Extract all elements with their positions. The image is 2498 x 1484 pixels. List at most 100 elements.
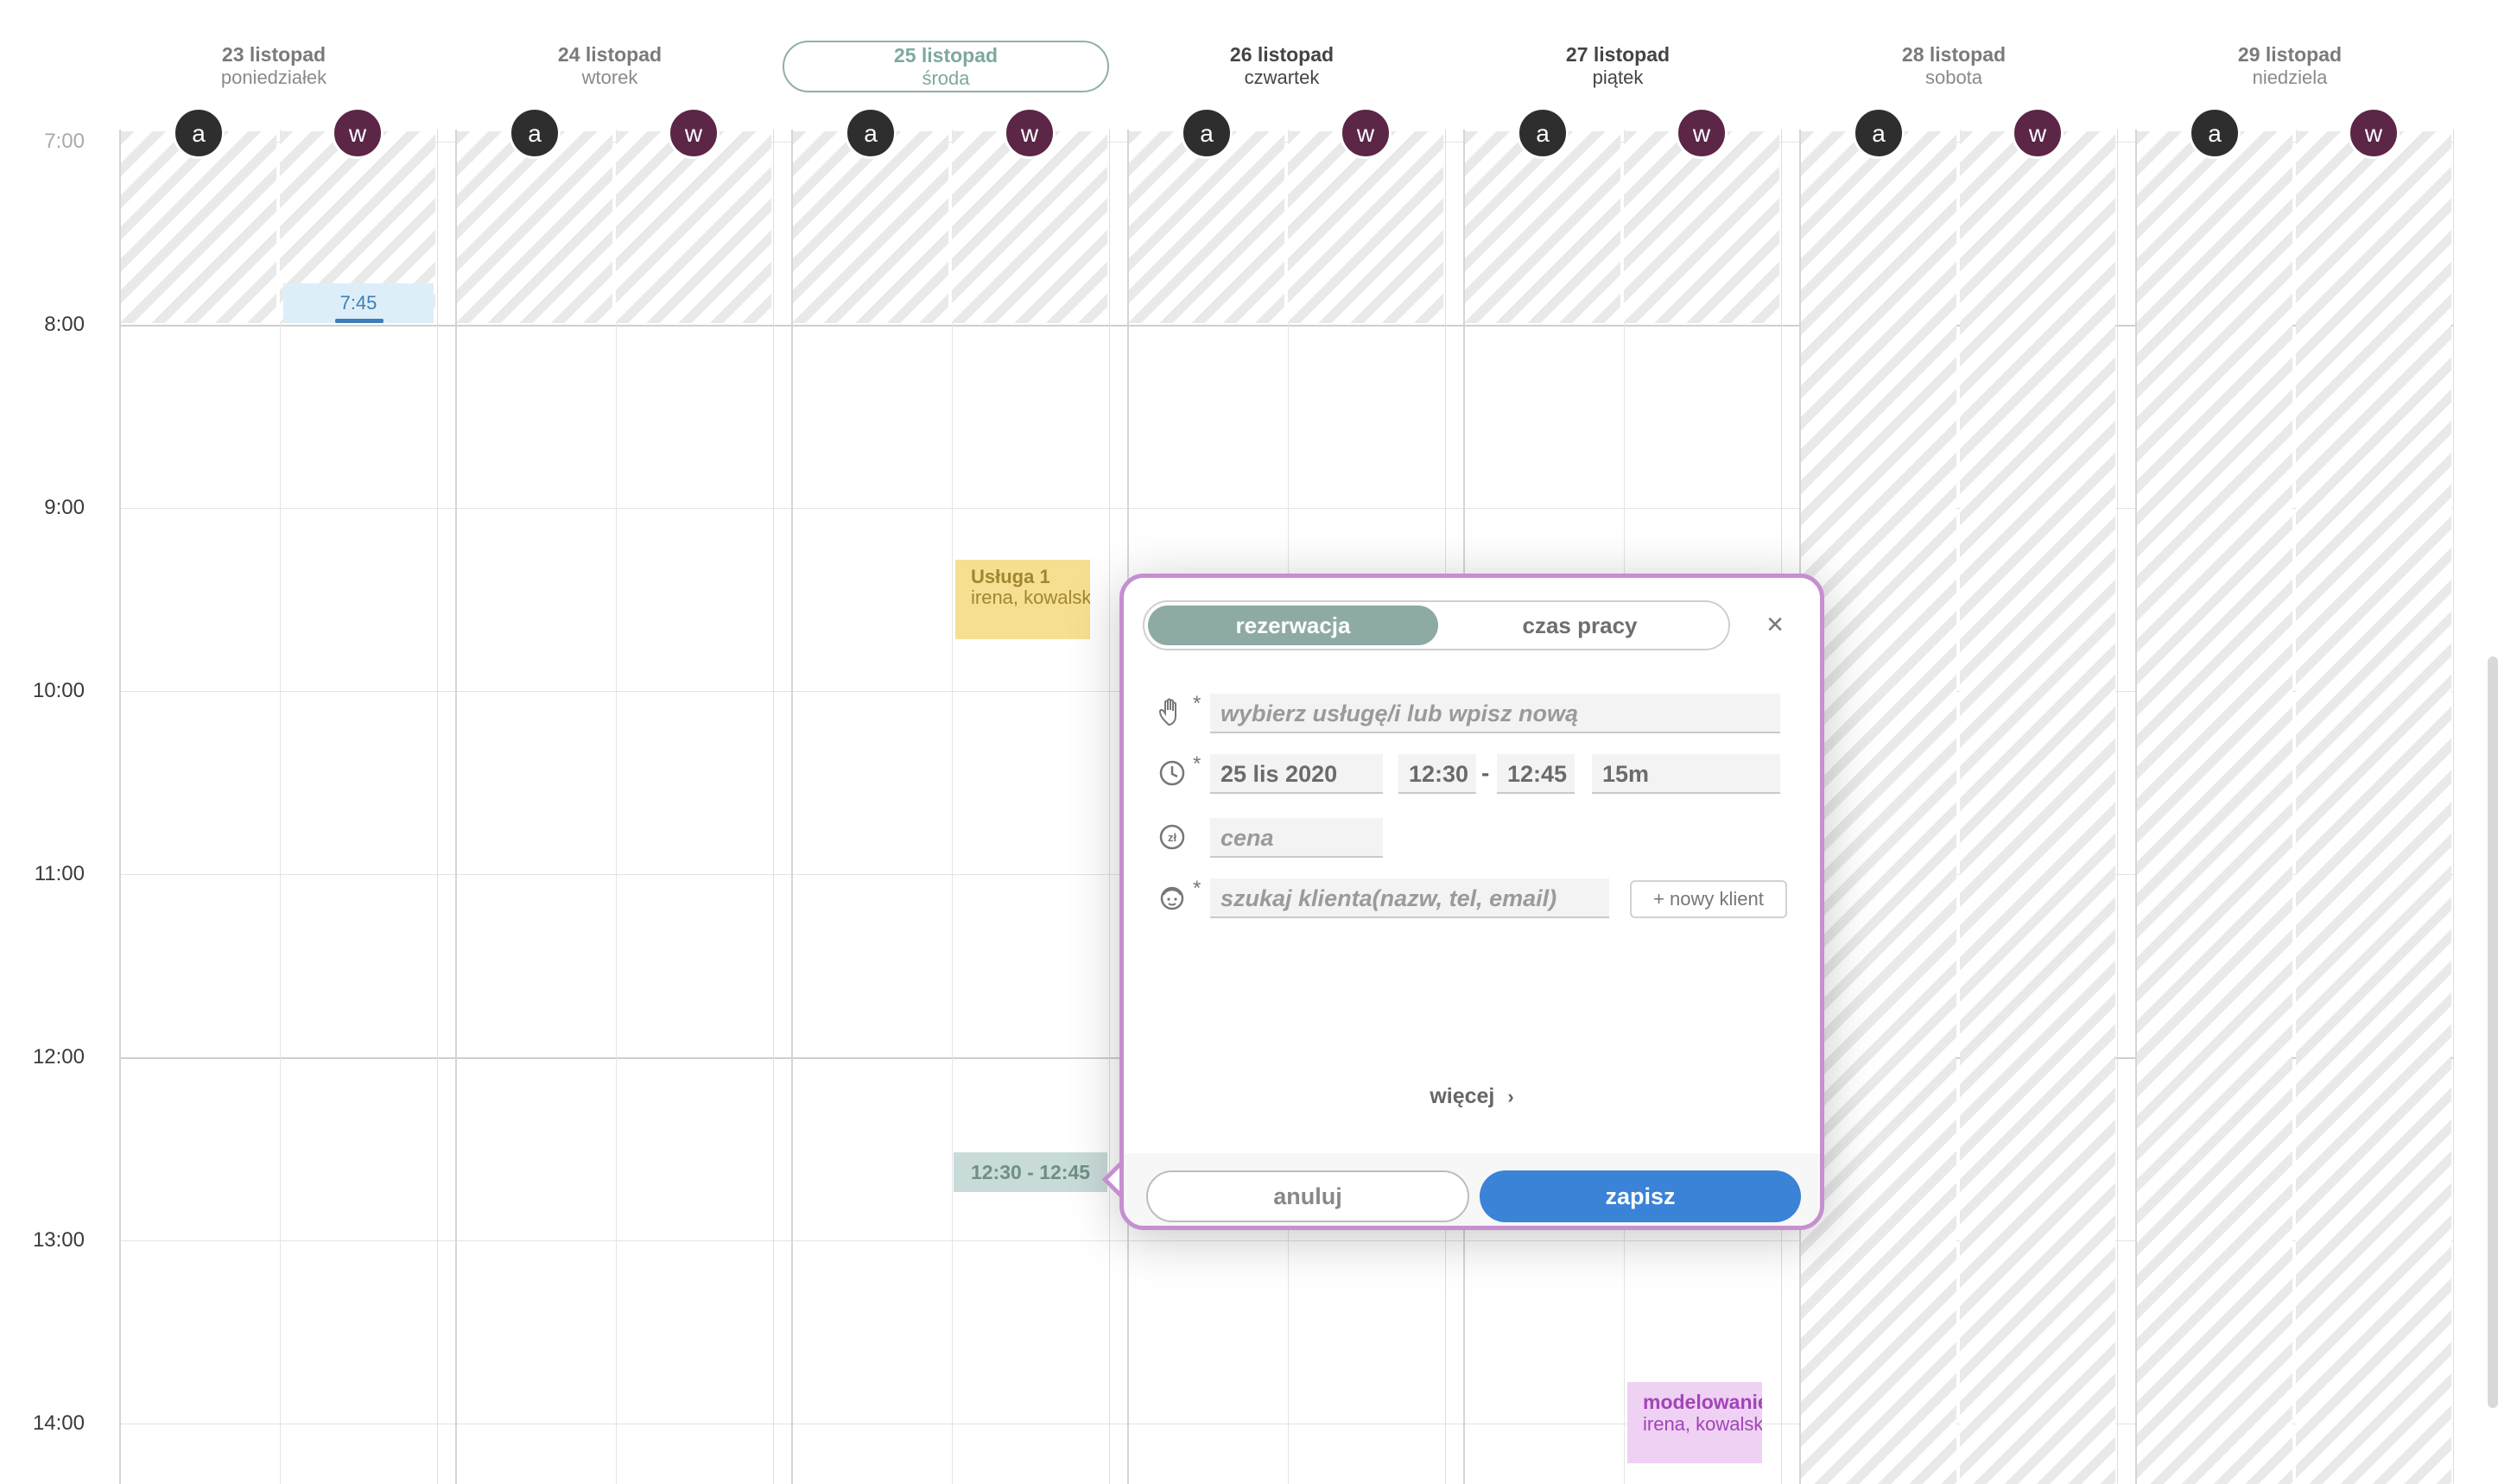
currency-icon: zł: [1159, 824, 1185, 850]
service-input[interactable]: wybierz usługę/i lub wpisz nową: [1210, 694, 1780, 733]
time-label: 10:00: [32, 679, 85, 702]
booking-title: Usługa 1: [971, 566, 1050, 587]
day-date: 24 listopad: [557, 43, 663, 66]
new-booking-slot[interactable]: 12:30 - 12:45: [954, 1152, 1107, 1192]
day-weekday: niedziela: [2252, 67, 2328, 88]
day-header[interactable]: 25 listopad środa: [783, 41, 1109, 92]
unavailable-zone: [457, 131, 612, 323]
booking-client: irena, kowalska: [971, 587, 1090, 608]
day-date: 25 listopad: [893, 44, 999, 67]
time-label: 13:00: [32, 1228, 85, 1252]
save-button[interactable]: zapisz: [1480, 1170, 1801, 1222]
day-header[interactable]: 26 listopad czwartek: [1119, 38, 1445, 97]
time-label: 9:00: [44, 496, 85, 519]
staff-avatar[interactable]: w: [668, 107, 720, 159]
tab-work-time[interactable]: czas pracy: [1435, 606, 1725, 645]
day-header[interactable]: 23 listopad poniedziałek: [111, 38, 437, 97]
day-weekday: poniedziałek: [220, 67, 327, 88]
day-header[interactable]: 27 listopad piątek: [1455, 38, 1781, 97]
day-date: 26 listopad: [1229, 43, 1335, 66]
day-weekday: czwartek: [1244, 67, 1320, 88]
staff-avatar[interactable]: a: [845, 107, 897, 159]
staff-avatar[interactable]: a: [1517, 107, 1569, 159]
client-search-input[interactable]: szukaj klienta(nazw, tel, email): [1210, 878, 1609, 918]
staff-avatar[interactable]: w: [2012, 107, 2064, 159]
time-label: 7:00: [44, 130, 85, 153]
time-label: 12:00: [32, 1045, 85, 1069]
staff-avatar[interactable]: w: [332, 107, 384, 159]
unavailable-zone: [2296, 131, 2451, 1484]
staff-avatar[interactable]: a: [2189, 107, 2241, 159]
vertical-scrollbar[interactable]: [2488, 656, 2498, 1408]
popup-tabs: rezerwacja czas pracy: [1143, 600, 1730, 650]
close-icon[interactable]: ×: [1759, 609, 1791, 640]
unavailable-zone: [616, 131, 771, 323]
price-input[interactable]: cena: [1210, 818, 1383, 858]
booking-modelowanie[interactable]: modelowanie irena, kowalska: [1627, 1382, 1762, 1463]
slot-time: 12:30 - 12:45: [970, 1161, 1091, 1183]
unavailable-zone: [1465, 131, 1620, 323]
time-label: 8:00: [44, 313, 85, 336]
day-date: 28 listopad: [1901, 43, 2007, 66]
booking-time: 7:45: [339, 292, 377, 314]
staff-avatar[interactable]: w: [2348, 107, 2400, 159]
unavailable-zone: [1288, 131, 1443, 323]
time-separator: -: [1481, 759, 1490, 786]
unavailable-zone: [1801, 131, 1956, 1484]
unavailable-zone: [793, 131, 948, 323]
unavailable-zone: [952, 131, 1107, 323]
staff-column[interactable]: [119, 130, 281, 1484]
staff-avatar[interactable]: a: [509, 107, 561, 159]
booking-title: modelowanie: [1643, 1391, 1762, 1413]
date-field[interactable]: 25 lis 2020: [1210, 754, 1383, 794]
more-label: więcej: [1430, 1084, 1495, 1108]
unavailable-zone: [121, 131, 276, 323]
cancel-button[interactable]: anuluj: [1146, 1170, 1469, 1222]
unavailable-zone: [1960, 131, 2115, 1484]
time-from-field[interactable]: 12:30: [1398, 754, 1476, 794]
staff-column[interactable]: [950, 130, 1110, 1484]
duration-field[interactable]: 15m: [1592, 754, 1780, 794]
day-date: 27 listopad: [1565, 43, 1671, 66]
unavailable-zone: [2137, 131, 2292, 1484]
day-weekday: sobota: [1924, 67, 1983, 88]
resize-handle[interactable]: [335, 319, 384, 323]
required-mark: *: [1193, 752, 1201, 776]
staff-column[interactable]: [278, 130, 438, 1484]
booking-usluga[interactable]: Usługa 1 irena, kowalska: [955, 560, 1090, 639]
booking-745[interactable]: 7:45: [283, 283, 434, 323]
new-client-button[interactable]: + nowy klient: [1630, 880, 1787, 918]
client-face-icon: [1160, 886, 1184, 910]
staff-avatar[interactable]: a: [173, 107, 225, 159]
time-label: 11:00: [34, 862, 85, 885]
time-label: 14:00: [32, 1411, 85, 1435]
tab-reservation[interactable]: rezerwacja: [1148, 606, 1438, 645]
staff-column[interactable]: [455, 130, 617, 1484]
day-weekday: piątek: [1592, 67, 1644, 88]
day-header[interactable]: 29 listopad niedziela: [2127, 38, 2453, 97]
day-header[interactable]: 28 listopad sobota: [1791, 38, 2117, 97]
booking-client: irena, kowalska: [1643, 1413, 1762, 1435]
day-weekday: wtorek: [581, 67, 638, 88]
staff-column[interactable]: [791, 130, 953, 1484]
day-weekday: środa: [922, 67, 970, 89]
staff-avatar[interactable]: w: [1676, 107, 1728, 159]
hand-icon: [1158, 698, 1176, 726]
day-header[interactable]: 24 listopad wtorek: [447, 38, 773, 97]
required-mark: *: [1193, 692, 1201, 715]
staff-column[interactable]: [614, 130, 774, 1484]
staff-avatar[interactable]: a: [1181, 107, 1233, 159]
chevron-right-icon: ›: [1507, 1086, 1514, 1107]
day-date: 29 listopad: [2237, 43, 2343, 66]
more-link[interactable]: więcej ›: [1124, 1084, 1820, 1109]
staff-avatar[interactable]: w: [1340, 107, 1392, 159]
unavailable-zone: [1624, 131, 1779, 323]
staff-avatar[interactable]: w: [1004, 107, 1056, 159]
day-date: 23 listopad: [221, 43, 327, 66]
reservation-popup: rezerwacja czas pracy × * wybierz usługę…: [1119, 574, 1824, 1230]
clock-icon: [1159, 760, 1185, 786]
unavailable-zone: [1129, 131, 1284, 323]
popup-footer: anuluj zapisz: [1124, 1153, 1820, 1226]
time-to-field[interactable]: 12:45: [1497, 754, 1575, 794]
staff-avatar[interactable]: a: [1853, 107, 1905, 159]
